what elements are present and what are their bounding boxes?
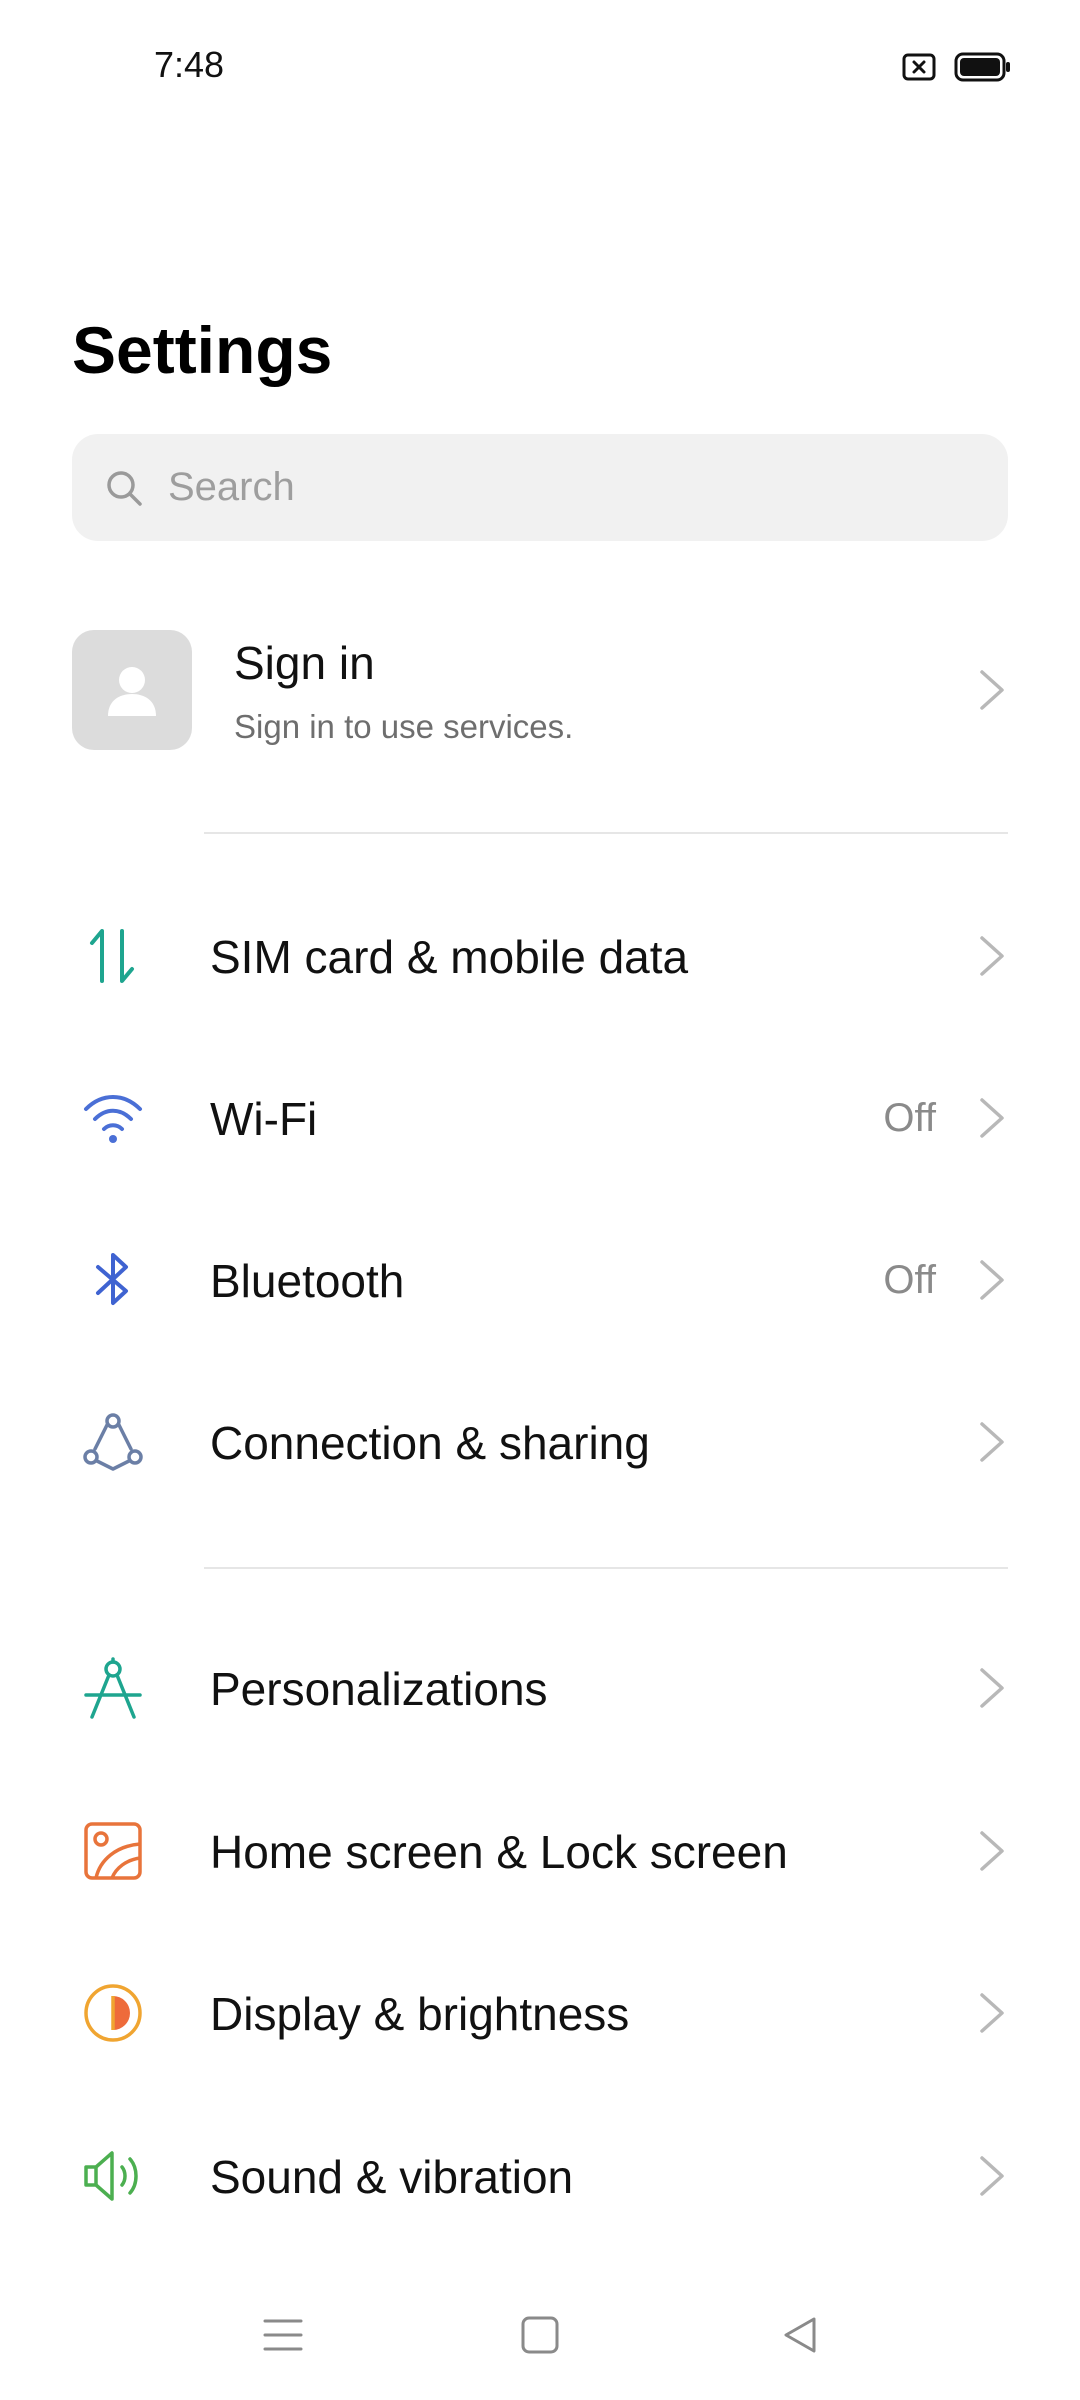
settings-item-label: Sound & vibration [210,2151,574,2203]
sign-in-subtitle: Sign in to use services. [234,708,574,745]
settings-item-personalizations[interactable]: Personalizations [72,1612,1008,1762]
chevron-right-icon [980,1831,1004,1871]
settings-item-display-brightness[interactable]: Display & brightness [72,1937,1008,2087]
settings-item-connection-sharing[interactable]: Connection & sharing [72,1366,1008,1516]
divider [204,1567,1008,1569]
person-icon [108,667,156,716]
settings-item-label: Home screen & Lock screen [210,1826,788,1878]
status-icons [902,52,1012,82]
settings-item-wifi[interactable]: Wi-Fi Off [72,1042,1008,1192]
settings-item-label: Display & brightness [210,1988,630,2040]
bluetooth-icon [96,1253,128,1305]
back-icon [784,2317,816,2353]
recent-apps-button[interactable] [238,2290,328,2380]
settings-item-home-lock-screen[interactable]: Home screen & Lock screen [72,1775,1008,1925]
compass-icon [84,1657,142,1719]
settings-item-label: Connection & sharing [210,1417,650,1469]
speaker-icon [84,2151,138,2201]
chevron-right-icon [980,936,1004,976]
menu-icon [263,2319,303,2351]
search-icon [107,470,142,506]
avatar [72,630,192,750]
settings-item-label: Wi-Fi [210,1093,318,1145]
settings-item-sim-card[interactable]: SIM card & mobile data [72,880,1008,1030]
divider [204,832,1008,834]
wifi-icon [84,1095,142,1143]
chevron-right-icon [980,1993,1004,2033]
sign-in-title: Sign in [234,637,375,689]
search-bar[interactable] [72,434,1008,541]
home-button[interactable] [495,2290,585,2380]
page-title: Settings [72,313,333,387]
search-input[interactable] [166,464,970,511]
settings-item-label: SIM card & mobile data [210,931,689,983]
status-time: 7:48 [154,44,225,85]
chevron-right-icon [980,1422,1004,1462]
back-button[interactable] [755,2290,845,2380]
settings-item-sound-vibration[interactable]: Sound & vibration [72,2100,1008,2250]
chevron-right-icon [980,2156,1004,2196]
chevron-right-icon [980,1668,1004,1708]
sign-in-row[interactable]: Sign in Sign in to use services. [72,630,1008,752]
chevron-right-icon [980,670,1004,710]
connection-icon [83,1413,143,1471]
battery-full-icon [954,52,1010,82]
settings-item-label: Personalizations [210,1663,548,1715]
settings-item-value: Off [883,1096,936,1140]
wallpaper-icon [84,1822,142,1880]
settings-item-bluetooth[interactable]: Bluetooth Off [72,1204,1008,1354]
chevron-right-icon [980,1098,1004,1138]
mobile-data-icon [90,929,134,983]
brightness-icon [84,1984,142,2042]
settings-item-label: Bluetooth [210,1255,405,1307]
settings-item-value: Off [883,1258,936,1302]
chevron-right-icon [980,1260,1004,1300]
navigation-bar [0,2290,1080,2380]
status-bar: 7:48 [0,0,1080,140]
home-icon [521,2316,559,2354]
close-box-icon [902,53,936,81]
